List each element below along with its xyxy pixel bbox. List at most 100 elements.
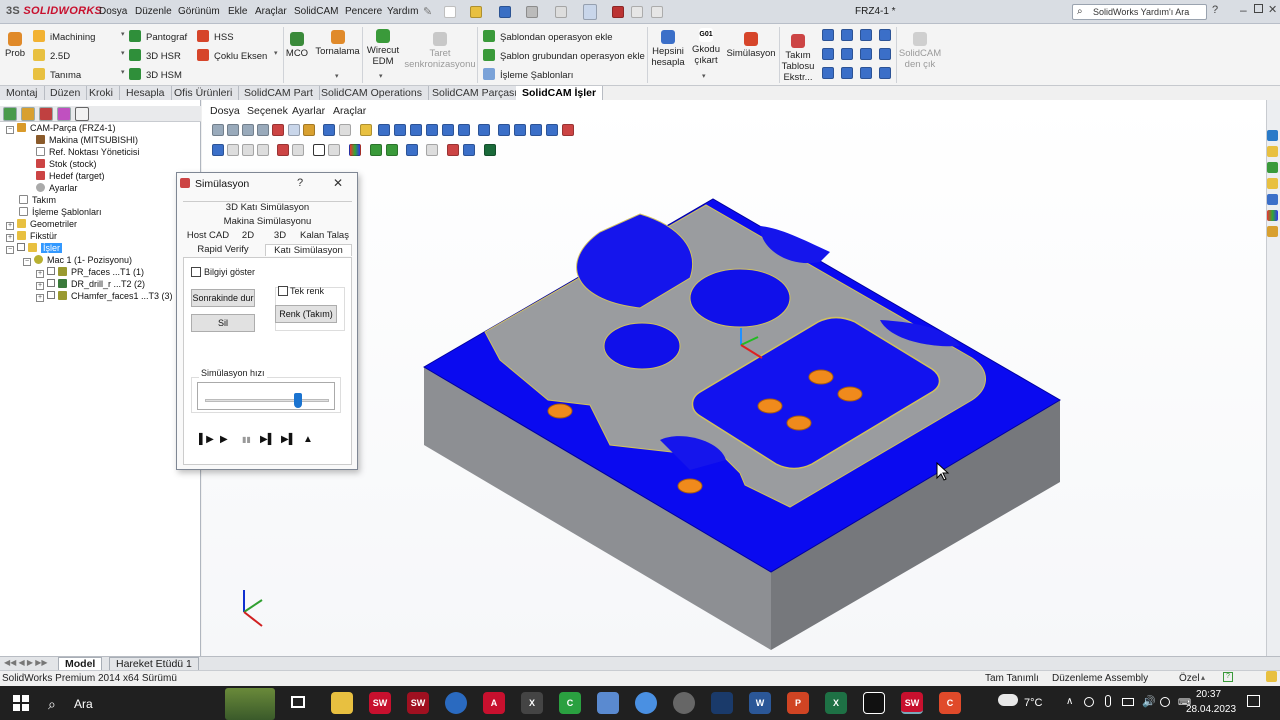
menu-gorunum[interactable]: Görünüm	[178, 6, 220, 17]
battery-icon[interactable]	[1122, 698, 1134, 706]
segment-icon[interactable]	[257, 144, 269, 156]
speed-slider-track[interactable]	[205, 399, 329, 402]
appearance-icon[interactable]	[57, 107, 71, 121]
gcode-button[interactable]: G01 Gkodu çıkart	[689, 28, 723, 66]
dropdown-arrow-icon[interactable]: ▾	[121, 49, 125, 57]
grid-tool-icon[interactable]	[860, 48, 872, 60]
tab-kroki[interactable]: Kroki	[83, 86, 120, 100]
taskbar-search[interactable]: Ara	[74, 697, 93, 711]
toolpath-icon[interactable]	[227, 144, 239, 156]
vp-menu-secenek[interactable]: Seçenek	[247, 105, 288, 117]
tab-kalan-talas[interactable]: Kalan Talaş	[297, 230, 352, 241]
maximize-icon[interactable]	[1254, 4, 1263, 13]
close-window-icon[interactable]: ✕	[1268, 3, 1277, 16]
holder-icon[interactable]	[386, 144, 398, 156]
axis-icon[interactable]	[406, 144, 418, 156]
solidworks-active-taskbar-icon[interactable]: SW	[901, 692, 923, 714]
weather-temp[interactable]: 7°C	[1024, 697, 1042, 709]
view-palette-icon[interactable]	[1267, 194, 1278, 205]
tab-ofis[interactable]: Ofis Ürünleri	[168, 86, 240, 100]
file-properties-icon[interactable]	[631, 6, 643, 18]
expand-icon[interactable]: +	[36, 294, 44, 302]
tab-model[interactable]: Model	[58, 657, 103, 670]
checkbox[interactable]	[17, 243, 25, 251]
tree-item-makina[interactable]: Makina (MITSUBISHI)	[36, 135, 138, 145]
windows-start-icon[interactable]	[13, 695, 29, 711]
tanima-button[interactable]: Tanıma	[33, 68, 81, 81]
undo-icon[interactable]	[555, 6, 567, 18]
network-icon[interactable]	[1160, 697, 1170, 707]
tree-item-geometriler[interactable]: + Geometriler	[6, 219, 77, 230]
tab-host-cad[interactable]: Host CAD	[183, 230, 233, 241]
select-icon[interactable]	[288, 124, 300, 136]
view-back-icon[interactable]	[394, 124, 406, 136]
menu-yardim[interactable]: Yardım	[387, 6, 419, 17]
refresh-icon[interactable]	[313, 144, 325, 156]
grid-tool-icon[interactable]	[860, 29, 872, 41]
tab-kati-simulasyon[interactable]: Katı Simülasyon	[265, 244, 352, 256]
notification-icon[interactable]	[1266, 671, 1277, 682]
tab-montaj[interactable]: Montaj	[0, 86, 45, 100]
grid-tool-icon[interactable]	[841, 48, 853, 60]
tab-3d[interactable]: 3D	[265, 230, 295, 241]
resources-icon[interactable]	[1267, 130, 1278, 141]
tree-item-ref[interactable]: Ref. Noktası Yöneticisi	[36, 147, 139, 157]
tree-item-op1[interactable]: + PR_faces ...T1 (1)	[36, 267, 144, 278]
calculate-all-button[interactable]: Hepsini hesapla	[649, 30, 687, 68]
tab-hesapla[interactable]: Hesapla	[120, 86, 172, 100]
hss-button[interactable]: HSS	[197, 30, 234, 43]
help-icon[interactable]: ?	[1212, 4, 1218, 16]
menu-dosya[interactable]: Dosya	[99, 6, 127, 17]
volume-icon[interactable]: 🔊	[1142, 695, 1156, 708]
light-icon[interactable]	[360, 124, 372, 136]
expand-icon[interactable]: +	[6, 234, 14, 242]
tree-item-ayarlar[interactable]: Ayarlar	[36, 183, 77, 193]
pantograf-button[interactable]: Pantograf	[129, 30, 187, 43]
simulation-button[interactable]: Simülasyon	[725, 32, 777, 59]
tornalama-button[interactable]: Tornalama	[315, 30, 360, 57]
tool-table-button[interactable]: Takım Tablosu Ekstr...	[781, 34, 815, 83]
menu-solidcam[interactable]: SolidCAM	[294, 6, 338, 17]
tab-makina-simulasyonu[interactable]: Makina Simülasyonu	[183, 216, 352, 227]
grid-tool-icon[interactable]	[822, 29, 834, 41]
gouge-icon[interactable]	[447, 144, 459, 156]
add-operation-from-template-button[interactable]: Şablondan operasyon ekle	[483, 30, 613, 43]
dialog-help-button[interactable]: ?	[297, 177, 303, 189]
vp-menu-ayarlar[interactable]: Ayarlar	[292, 105, 325, 117]
camera-icon[interactable]	[292, 144, 304, 156]
view-iso-icon[interactable]	[478, 124, 490, 136]
record-icon[interactable]	[277, 144, 289, 156]
property-manager-icon[interactable]	[21, 107, 35, 121]
view-left-icon[interactable]	[410, 124, 422, 136]
dropdown-arrow-icon[interactable]: ▾	[335, 72, 339, 80]
clear-button[interactable]: Sil	[191, 314, 255, 332]
camtasia-taskbar-icon[interactable]: C	[559, 692, 581, 714]
design-library-icon[interactable]	[1267, 146, 1278, 157]
tab-2d[interactable]: 2D	[235, 230, 261, 241]
prob-button[interactable]: Prob	[4, 32, 26, 59]
tab-rapid-verify[interactable]: Rapid Verify	[183, 244, 263, 255]
collapse-icon[interactable]: −	[6, 126, 14, 134]
status-units[interactable]: Özel	[1179, 673, 1200, 684]
notification-center-icon[interactable]	[1247, 695, 1260, 707]
expand-icon[interactable]: +	[36, 270, 44, 278]
collision-icon[interactable]	[426, 144, 438, 156]
dropdown-arrow-icon[interactable]: ▾	[121, 30, 125, 38]
grid-tool-icon[interactable]	[879, 67, 891, 79]
zoom-window-icon[interactable]	[227, 124, 239, 136]
print-icon[interactable]	[526, 6, 538, 18]
coklu-eksen-button[interactable]: Çoklu Eksen	[197, 49, 267, 62]
tab-hareket-etudu[interactable]: Hareket Etüdü 1	[109, 657, 199, 670]
tree-item-mac[interactable]: − Mac 1 (1- Pozisyonu)	[23, 255, 132, 266]
pan-icon[interactable]	[242, 124, 254, 136]
config-manager-icon[interactable]	[39, 107, 53, 121]
view-icon[interactable]	[339, 124, 351, 136]
grid-tool-icon[interactable]	[879, 29, 891, 41]
add-operation-from-template-group-button[interactable]: Şablon grubundan operasyon ekle	[483, 49, 645, 62]
grid-tool-icon[interactable]	[860, 67, 872, 79]
single-color-checkbox[interactable]	[278, 286, 288, 296]
help-status-icon[interactable]: ?	[1223, 672, 1233, 682]
new-file-icon[interactable]	[444, 6, 456, 18]
menu-araclar[interactable]: Araçlar	[255, 6, 287, 17]
step-back-icon[interactable]: ▌▶	[199, 434, 214, 445]
